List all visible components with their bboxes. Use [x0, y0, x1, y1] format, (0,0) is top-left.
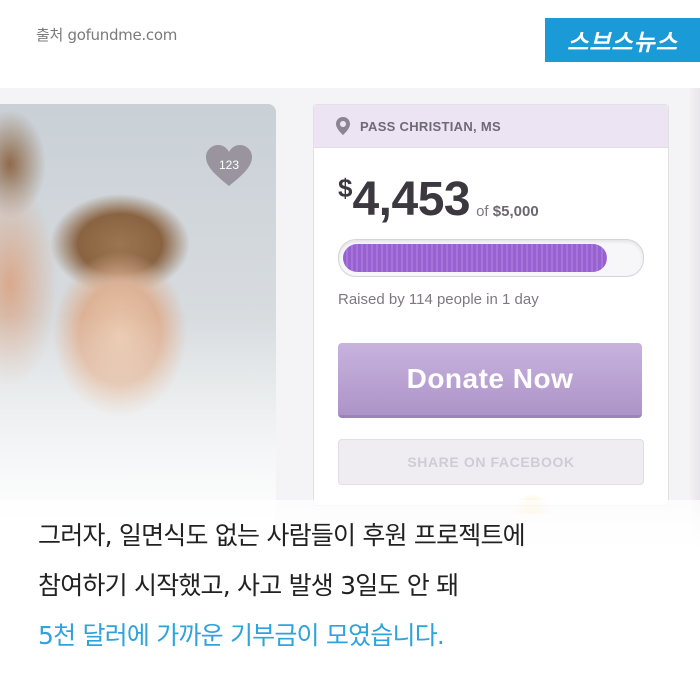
raised-by-text: Raised by 114 people in 1 day: [338, 291, 539, 308]
caption-line-1: 그러자, 일면식도 없는 사람들이 후원 프로젝트에: [38, 521, 526, 550]
goal-prefix: of: [476, 203, 489, 220]
share-on-facebook-button[interactable]: SHARE ON FACEBOOK: [338, 439, 644, 485]
location-bar: PASS CHRISTIAN, MS: [314, 105, 668, 148]
heart-icon[interactable]: 123: [204, 144, 254, 188]
donation-card: PASS CHRISTIAN, MS $ 4,453 of $5,000 Rai…: [313, 104, 669, 506]
heart-count: 123: [218, 158, 240, 172]
progress-fill: [343, 244, 607, 272]
donate-now-button[interactable]: Donate Now: [338, 343, 642, 418]
goal-text: of $5,000: [476, 203, 539, 220]
location-label: PASS CHRISTIAN, MS: [360, 118, 501, 134]
amount-value: 4,453: [352, 173, 471, 226]
location-pin-icon: [336, 117, 350, 135]
amount-raised: $ 4,453 of $5,000: [338, 173, 539, 224]
sbs-news-logo: 스브스뉴스: [545, 18, 700, 62]
caption-line-2: 참여하기 시작했고, 사고 발생 3일도 안 돼: [38, 571, 459, 600]
caption-line-3: 5천 달러에 가까운 기부금이 모였습니다.: [38, 621, 445, 650]
source-credit: 출처 gofundme.com: [36, 26, 178, 44]
goal-amount: $5,000: [492, 203, 539, 220]
page-edge: [690, 88, 700, 558]
currency-symbol: $: [338, 173, 353, 203]
progress-bar: [338, 239, 644, 277]
